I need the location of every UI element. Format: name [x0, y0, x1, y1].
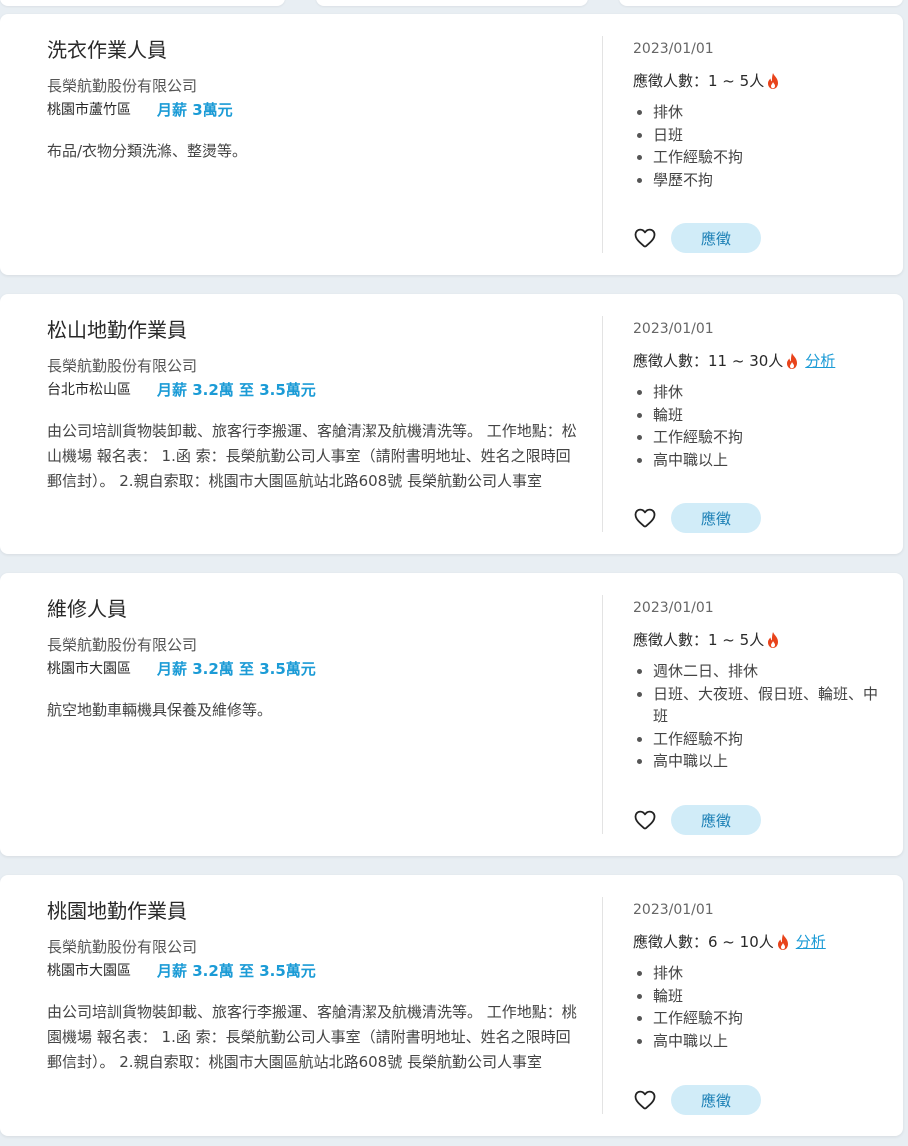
job-card[interactable]: 維修人員 長榮航勤股份有限公司 桃園市大園區 月薪 3.2萬 至 3.5萬元 航… — [0, 573, 903, 856]
column-divider — [602, 316, 603, 532]
apply-button[interactable]: 應徵 — [671, 805, 761, 835]
card-actions: 應徵 — [633, 223, 761, 253]
applicant-count: 應徵人數：11 ~ 30人 分析 — [633, 350, 888, 372]
apply-button[interactable]: 應徵 — [671, 1085, 761, 1115]
job-tag: 排休 — [637, 381, 888, 404]
job-location: 台北市松山區 — [47, 382, 131, 398]
job-tag: 輪班 — [637, 404, 888, 427]
applicant-count: 應徵人數：1 ~ 5人 — [633, 70, 888, 92]
job-tag: 輪班 — [637, 985, 888, 1008]
job-salary: 月薪 3.2萬 至 3.5萬元 — [157, 380, 316, 399]
job-tags: 週休二日、排休 日班、大夜班、假日班、輪班、中班 工作經驗不拘 高中職以上 — [633, 660, 888, 773]
column-divider — [602, 36, 603, 253]
job-salary: 月薪 3萬元 — [157, 100, 233, 119]
heart-outline-icon[interactable] — [633, 808, 657, 832]
job-tag: 工作經驗不拘 — [637, 1007, 888, 1030]
job-tags: 排休 輪班 工作經驗不拘 高中職以上 — [633, 381, 888, 471]
job-tag: 排休 — [637, 962, 888, 985]
previous-card-stub — [619, 0, 903, 6]
heart-outline-icon[interactable] — [633, 506, 657, 530]
job-tag: 週休二日、排休 — [637, 660, 888, 683]
job-tag: 高中職以上 — [637, 1030, 888, 1053]
company-name[interactable]: 長榮航勤股份有限公司 — [47, 76, 582, 96]
job-location: 桃園市蘆竹區 — [47, 102, 131, 118]
column-divider — [602, 595, 603, 834]
job-location: 桃園市大園區 — [47, 963, 131, 979]
job-title[interactable]: 洗衣作業人員 — [47, 36, 582, 64]
heart-outline-icon[interactable] — [633, 1088, 657, 1112]
job-card[interactable]: 桃園地勤作業員 長榮航勤股份有限公司 桃園市大園區 月薪 3.2萬 至 3.5萬… — [0, 875, 903, 1136]
job-salary: 月薪 3.2萬 至 3.5萬元 — [157, 659, 316, 678]
job-tag: 工作經驗不拘 — [637, 728, 888, 751]
job-card[interactable]: 松山地勤作業員 長榮航勤股份有限公司 台北市松山區 月薪 3.2萬 至 3.5萬… — [0, 294, 903, 554]
job-salary: 月薪 3.2萬 至 3.5萬元 — [157, 961, 316, 980]
job-description: 布品/衣物分類洗滌、整燙等。 — [47, 142, 248, 160]
card-actions: 應徵 — [633, 1085, 761, 1115]
job-location: 桃園市大園區 — [47, 661, 131, 677]
card-actions: 應徵 — [633, 805, 761, 835]
job-tags: 排休 日班 工作經驗不拘 學歷不拘 — [633, 101, 888, 191]
apply-button[interactable]: 應徵 — [671, 503, 761, 533]
fire-icon — [787, 353, 798, 369]
job-description: 由公司培訓貨物裝卸載、旅客行李搬運、客艙清潔及航機清洗等。 工作地點：桃園機場 … — [47, 1003, 577, 1071]
post-date: 2023/01/01 — [633, 41, 714, 57]
applicant-count-text: 應徵人數：1 ~ 5人 — [633, 631, 765, 649]
fire-icon — [777, 934, 788, 950]
card-actions: 應徵 — [633, 503, 761, 533]
job-description: 由公司培訓貨物裝卸載、旅客行李搬運、客艙清潔及航機清洗等。 工作地點：松山機場 … — [47, 422, 577, 490]
company-name[interactable]: 長榮航勤股份有限公司 — [47, 356, 582, 376]
previous-card-stub — [316, 0, 588, 6]
job-title[interactable]: 維修人員 — [47, 595, 582, 623]
fire-icon — [768, 73, 779, 89]
previous-card-stub — [0, 0, 285, 6]
job-card[interactable]: 洗衣作業人員 長榮航勤股份有限公司 桃園市蘆竹區 月薪 3萬元 布品/衣物分類洗… — [0, 14, 903, 275]
analysis-link[interactable]: 分析 — [805, 350, 835, 372]
job-tag: 高中職以上 — [637, 449, 888, 472]
fire-icon — [768, 632, 779, 648]
job-tag: 高中職以上 — [637, 750, 888, 773]
post-date: 2023/01/01 — [633, 600, 714, 616]
job-tag: 學歷不拘 — [637, 169, 888, 192]
job-tag: 日班 — [637, 124, 888, 147]
post-date: 2023/01/01 — [633, 321, 714, 337]
job-tag: 工作經驗不拘 — [637, 426, 888, 449]
job-tag: 工作經驗不拘 — [637, 146, 888, 169]
job-title[interactable]: 桃園地勤作業員 — [47, 897, 582, 925]
company-name[interactable]: 長榮航勤股份有限公司 — [47, 635, 582, 655]
applicant-count-text: 應徵人數：6 ~ 10人 — [633, 933, 774, 951]
applicant-count-text: 應徵人數：11 ~ 30人 — [633, 352, 784, 370]
apply-button[interactable]: 應徵 — [671, 223, 761, 253]
job-description: 航空地勤車輛機具保養及維修等。 — [47, 701, 273, 719]
job-title[interactable]: 松山地勤作業員 — [47, 316, 582, 344]
applicant-count: 應徵人數：6 ~ 10人 分析 — [633, 931, 888, 953]
job-tag: 排休 — [637, 101, 888, 124]
analysis-link[interactable]: 分析 — [796, 931, 826, 953]
post-date: 2023/01/01 — [633, 902, 714, 918]
company-name[interactable]: 長榮航勤股份有限公司 — [47, 937, 582, 957]
column-divider — [602, 897, 603, 1114]
heart-outline-icon[interactable] — [633, 226, 657, 250]
applicant-count-text: 應徵人數：1 ~ 5人 — [633, 72, 765, 90]
job-tags: 排休 輪班 工作經驗不拘 高中職以上 — [633, 962, 888, 1052]
applicant-count: 應徵人數：1 ~ 5人 — [633, 629, 888, 651]
job-tag: 日班、大夜班、假日班、輪班、中班 — [637, 683, 888, 728]
